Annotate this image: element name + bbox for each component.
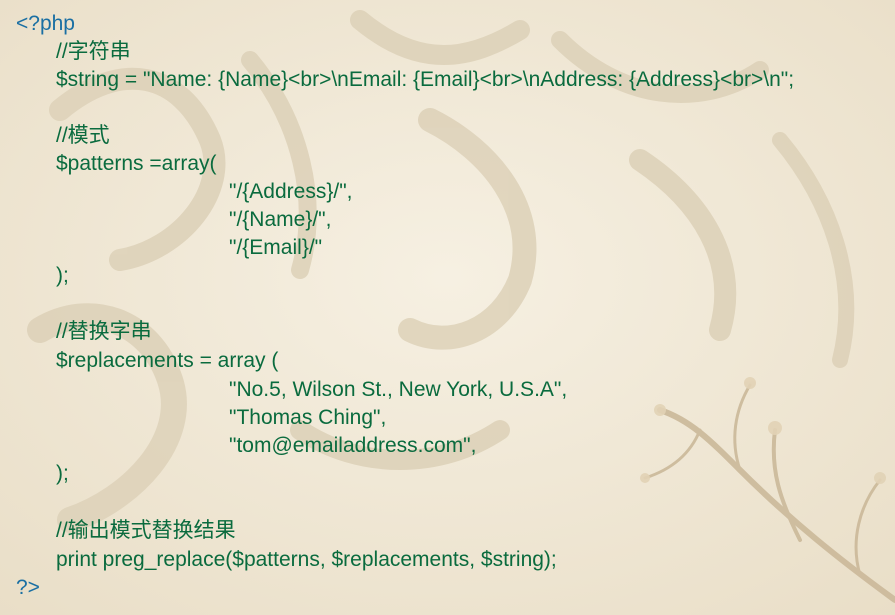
comment-string: //字符串	[56, 40, 131, 63]
comment-patterns: //模式	[56, 124, 110, 147]
pattern-address: "/{Address}/",	[229, 180, 353, 203]
comment-replacements: //替换字串	[56, 320, 152, 343]
comment-output: //输出模式替换结果	[56, 519, 236, 542]
print-statement: print preg_replace($patterns, $replaceme…	[56, 548, 557, 571]
pattern-name: "/{Name}/",	[229, 208, 332, 231]
string-assignment: $string = "Name: {Name}<br>\nEmail: {Ema…	[56, 68, 795, 91]
php-close-tag: ?>	[16, 576, 40, 599]
replacement-address: "No.5, Wilson St., New York, U.S.A",	[229, 378, 568, 401]
patterns-array-close: );	[56, 264, 69, 287]
pattern-email: "/{Email}/"	[229, 236, 323, 259]
replacement-name: "Thomas Ching",	[229, 406, 387, 429]
patterns-array-open: $patterns =array(	[56, 152, 217, 175]
replacement-email: "tom@emailaddress.com",	[229, 434, 477, 457]
replacements-array-close: );	[56, 462, 69, 485]
replacements-array-open: $replacements = array (	[56, 349, 279, 372]
code-block: <?php //字符串 $string = "Name: {Name}<br>\…	[0, 0, 895, 615]
php-open-tag: <?php	[16, 12, 75, 35]
